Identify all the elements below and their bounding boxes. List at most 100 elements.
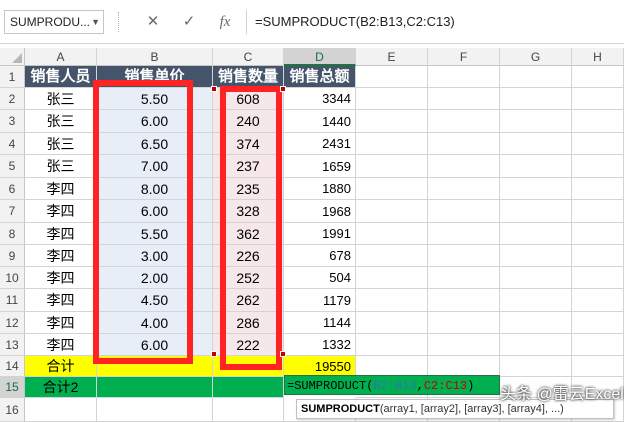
empty-cell[interactable] <box>356 178 428 200</box>
empty-cell[interactable] <box>572 178 624 200</box>
unit-price-cell[interactable]: 6.00 <box>97 110 213 133</box>
empty-cell[interactable] <box>356 88 428 110</box>
row-header-8[interactable]: 8 <box>0 223 25 245</box>
empty-cell[interactable] <box>356 155 428 178</box>
row-header-15[interactable]: 15 <box>0 377 25 398</box>
salesperson-cell[interactable]: 张三 <box>25 133 97 155</box>
salesperson-cell[interactable]: 李四 <box>25 289 97 312</box>
quantity-cell[interactable]: 237 <box>213 155 284 178</box>
empty-cell[interactable] <box>572 66 624 88</box>
empty-cell[interactable] <box>356 110 428 133</box>
empty-cell[interactable] <box>356 66 428 88</box>
quantity-cell[interactable]: 222 <box>213 334 284 356</box>
salesperson-cell[interactable]: 李四 <box>25 200 97 223</box>
row-header-13[interactable]: 13 <box>0 334 25 356</box>
column-header-a[interactable]: A <box>25 48 97 66</box>
empty-cell[interactable] <box>428 133 500 155</box>
row-header-1[interactable]: 1 <box>0 66 25 88</box>
cancel-icon[interactable]: ✕ <box>140 10 166 34</box>
column-header-b[interactable]: B <box>97 48 213 66</box>
row-header-14[interactable]: 14 <box>0 356 25 377</box>
empty-cell[interactable] <box>572 334 624 356</box>
row-header-12[interactable]: 12 <box>0 312 25 334</box>
salesperson-cell[interactable]: 李四 <box>25 223 97 245</box>
empty-cell[interactable] <box>572 267 624 289</box>
sales-total-cell[interactable]: 1880 <box>284 178 356 200</box>
empty-cell[interactable] <box>213 377 284 398</box>
empty-cell[interactable] <box>428 66 500 88</box>
empty-cell[interactable] <box>428 155 500 178</box>
quantity-cell[interactable]: 240 <box>213 110 284 133</box>
empty-cell[interactable] <box>428 88 500 110</box>
sales-total-cell[interactable]: 504 <box>284 267 356 289</box>
select-all-corner[interactable] <box>0 48 25 66</box>
empty-cell[interactable] <box>97 377 213 398</box>
range-handle[interactable] <box>280 351 286 357</box>
empty-cell[interactable] <box>356 133 428 155</box>
empty-cell[interactable] <box>500 356 572 377</box>
unit-price-cell[interactable]: 5.50 <box>97 88 213 110</box>
row-header-16[interactable]: 16 <box>0 398 25 422</box>
unit-price-cell[interactable]: 6.50 <box>97 133 213 155</box>
editing-formula-cell[interactable]: =SUMPRODUCT(B2:B13,C2:C13) <box>284 375 500 395</box>
unit-price-cell[interactable]: 4.00 <box>97 312 213 334</box>
empty-cell[interactable] <box>25 398 97 422</box>
empty-cell[interactable] <box>213 398 284 422</box>
total2-label-cell[interactable]: 合计2 <box>25 377 97 398</box>
row-header-9[interactable]: 9 <box>0 245 25 267</box>
unit-price-cell[interactable]: 6.00 <box>97 334 213 356</box>
empty-cell[interactable] <box>356 200 428 223</box>
quantity-cell[interactable]: 608 <box>213 88 284 110</box>
sales-total-cell[interactable]: 1179 <box>284 289 356 312</box>
empty-cell[interactable] <box>356 356 428 377</box>
empty-cell[interactable] <box>500 223 572 245</box>
sales-total-cell[interactable]: 1332 <box>284 334 356 356</box>
unit-price-cell[interactable]: 8.00 <box>97 178 213 200</box>
row-header-11[interactable]: 11 <box>0 289 25 312</box>
empty-cell[interactable] <box>428 178 500 200</box>
empty-cell[interactable] <box>500 267 572 289</box>
salesperson-cell[interactable]: 张三 <box>25 88 97 110</box>
enter-icon[interactable]: ✓ <box>176 10 202 34</box>
empty-cell[interactable] <box>500 110 572 133</box>
empty-cell[interactable] <box>356 223 428 245</box>
empty-cell[interactable] <box>97 398 213 422</box>
empty-cell[interactable] <box>428 200 500 223</box>
empty-cell[interactable] <box>572 133 624 155</box>
column-header-g[interactable]: G <box>500 48 572 66</box>
salesperson-cell[interactable]: 李四 <box>25 312 97 334</box>
column-header-d[interactable]: D <box>284 48 356 66</box>
empty-cell[interactable] <box>500 289 572 312</box>
empty-cell[interactable] <box>500 312 572 334</box>
header-cell[interactable]: 销售人员 <box>25 66 97 88</box>
salesperson-cell[interactable]: 张三 <box>25 155 97 178</box>
column-header-c[interactable]: C <box>213 48 284 66</box>
range-handle[interactable] <box>211 86 217 92</box>
quantity-cell[interactable]: 374 <box>213 133 284 155</box>
row-header-2[interactable]: 2 <box>0 88 25 110</box>
empty-cell[interactable] <box>356 312 428 334</box>
quantity-cell[interactable]: 252 <box>213 267 284 289</box>
unit-price-cell[interactable]: 5.50 <box>97 223 213 245</box>
salesperson-cell[interactable]: 张三 <box>25 110 97 133</box>
sales-total-cell[interactable]: 678 <box>284 245 356 267</box>
empty-cell[interactable] <box>428 312 500 334</box>
empty-cell[interactable] <box>213 356 284 377</box>
empty-cell[interactable] <box>572 223 624 245</box>
grand-total-cell[interactable]: 19550 <box>284 356 356 377</box>
sales-total-cell[interactable]: 1991 <box>284 223 356 245</box>
empty-cell[interactable] <box>428 245 500 267</box>
row-header-6[interactable]: 6 <box>0 178 25 200</box>
salesperson-cell[interactable]: 李四 <box>25 178 97 200</box>
empty-cell[interactable] <box>356 267 428 289</box>
column-header-f[interactable]: F <box>428 48 500 66</box>
empty-cell[interactable] <box>428 267 500 289</box>
row-header-5[interactable]: 5 <box>0 155 25 178</box>
empty-cell[interactable] <box>572 200 624 223</box>
empty-cell[interactable] <box>356 334 428 356</box>
unit-price-cell[interactable]: 3.00 <box>97 245 213 267</box>
header-cell[interactable]: 销售单价 <box>97 66 213 88</box>
chevron-down-icon[interactable]: ▼ <box>91 11 100 33</box>
sales-total-cell[interactable]: 3344 <box>284 88 356 110</box>
row-header-3[interactable]: 3 <box>0 110 25 133</box>
